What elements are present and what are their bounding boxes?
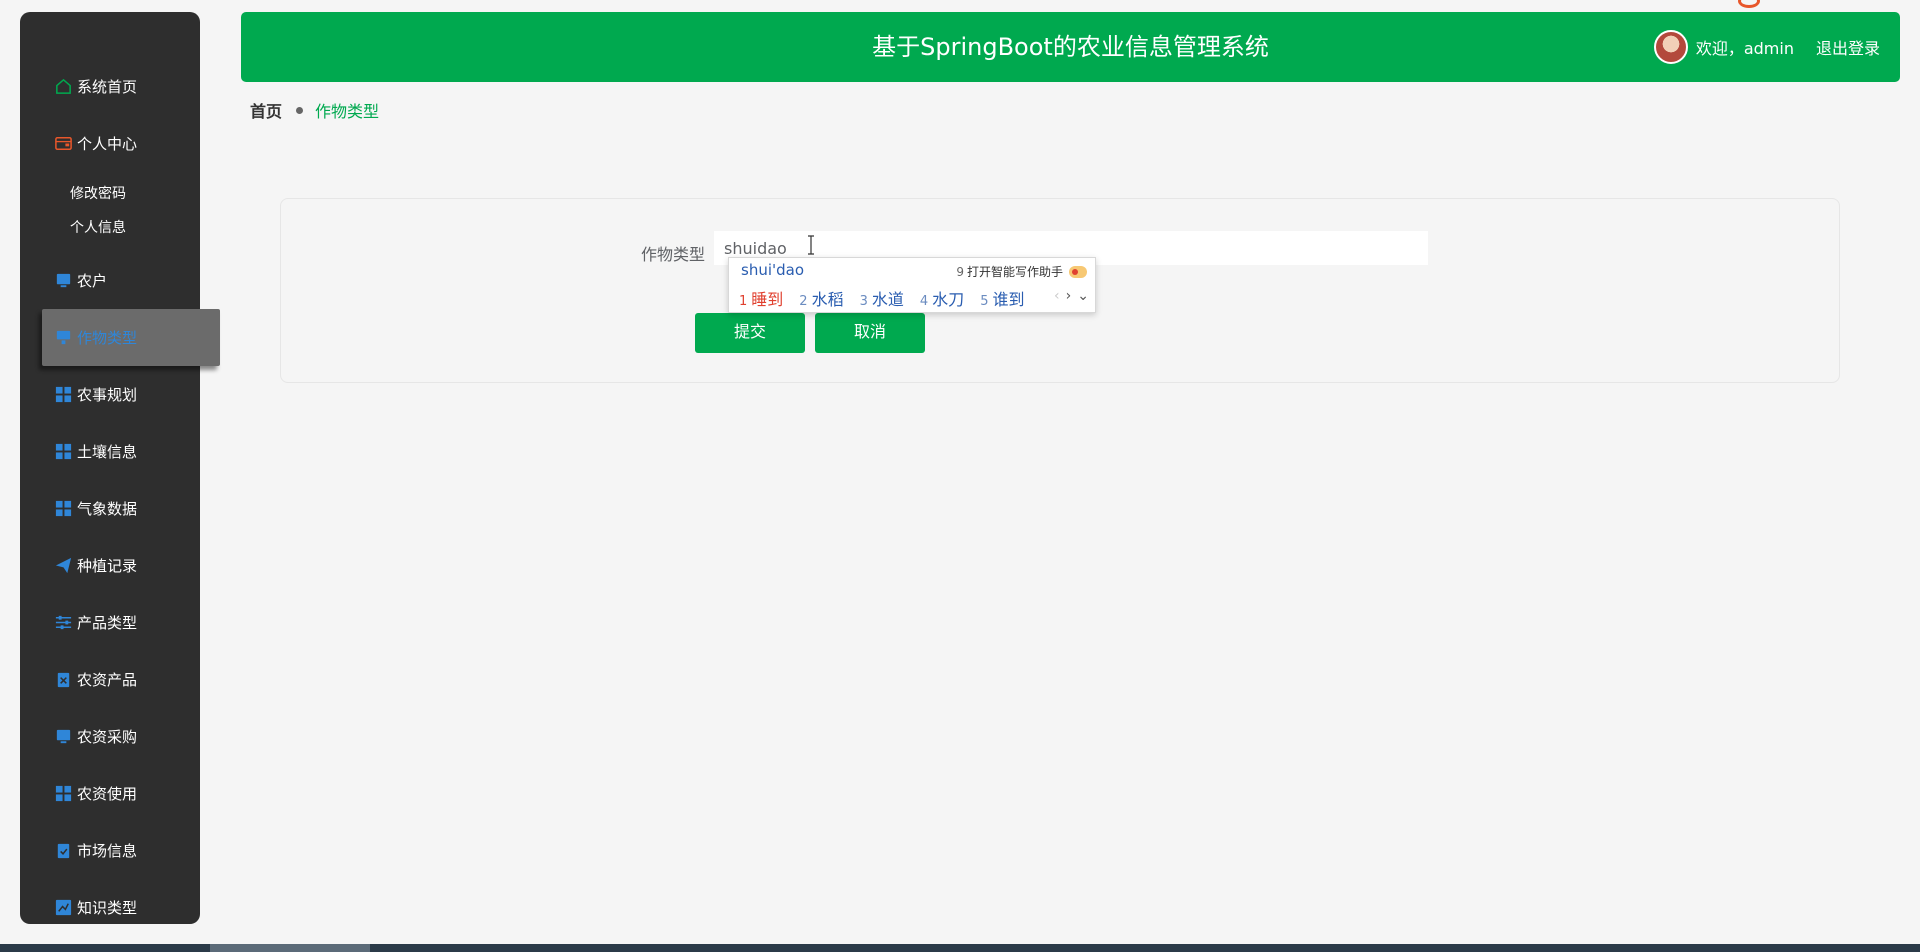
sidebar-item-product-type[interactable]: 产品类型 (20, 594, 200, 651)
sliders-icon (54, 613, 73, 632)
personal-center-submenu: 修改密码 个人信息 (20, 172, 200, 252)
ime-candidate[interactable]: 2 水稻 (799, 286, 843, 310)
sidebar-subitem-change-password[interactable]: 修改密码 (20, 176, 200, 210)
send-icon (54, 556, 73, 575)
chart-icon (54, 898, 73, 917)
sidebar-item-label: 气象数据 (77, 500, 138, 518)
breadcrumb-home[interactable]: 首页 (250, 98, 282, 122)
sidebar-item-soil-info[interactable]: 土壤信息 (20, 423, 200, 480)
ime-candidate[interactable]: 3 水道 (860, 286, 904, 310)
ime-candidates: 1 睡到 2 水稻 3 水道 4 水刀 5 谁到 (739, 286, 1040, 310)
submit-button[interactable]: 提交 (695, 313, 805, 353)
monitor-icon (54, 328, 73, 347)
chevron-down-icon[interactable]: ⌄ (1077, 288, 1089, 304)
sidebar-item-knowledge-type[interactable]: 知识类型 (20, 879, 200, 936)
taskbar-tab[interactable] (210, 944, 370, 952)
welcome-text: 欢迎，admin (1695, 39, 1794, 58)
ime-writing-assistant[interactable]: 9 打开智能写作助手 (956, 263, 1087, 280)
ime-candidate[interactable]: 4 水刀 (920, 286, 964, 310)
sidebar: 系统首页 个人中心 修改密码 个人信息 农户 作物类型 农事规划 土壤信息 气象… (20, 12, 220, 924)
grid-icon (54, 385, 73, 404)
sidebar-item-label: 农户 (77, 272, 108, 290)
ime-navigation: ‹ › ⌄ (1048, 288, 1089, 304)
clipboard-x-icon (54, 670, 73, 689)
sidebar-item-label: 土壤信息 (77, 443, 138, 461)
sidebar-item-label: 农事规划 (77, 386, 138, 404)
taskbar (0, 944, 1920, 952)
sidebar-item-agri-product[interactable]: 农资产品 (20, 651, 200, 708)
assistant-toggle-icon[interactable] (1069, 265, 1087, 278)
ime-assist-number: 9 (956, 264, 964, 279)
sidebar-item-label: 种植记录 (77, 557, 138, 575)
sidebar-item-home[interactable]: 系统首页 (20, 58, 200, 115)
ime-candidate-popup: shui'dao 9 打开智能写作助手 1 睡到 2 水稻 3 水道 4 水刀 5 谁到 … (728, 257, 1096, 313)
sidebar-subitem-personal-info[interactable]: 个人信息 (20, 210, 200, 244)
grid-icon (54, 499, 73, 518)
sidebar-item-market-info[interactable]: 市场信息 (20, 822, 200, 879)
sidebar-item-agri-purchase[interactable]: 农资采购 (20, 708, 200, 765)
sidebar-item-label: 系统首页 (77, 78, 138, 96)
clipboard-check-icon (54, 841, 73, 860)
cancel-button[interactable]: 取消 (815, 313, 925, 353)
sidebar-item-farm-planning[interactable]: 农事规划 (20, 366, 200, 423)
sidebar-item-weather-data[interactable]: 气象数据 (20, 480, 200, 537)
system-tray (1720, 0, 1920, 10)
logout-link[interactable]: 退出登录 (1816, 35, 1880, 59)
sidebar-item-personal-center[interactable]: 个人中心 (20, 115, 200, 172)
user-area: 欢迎，admin 退出登录 (1653, 12, 1880, 82)
top-header: 基于SpringBoot的农业信息管理系统 欢迎，admin 退出登录 (241, 12, 1900, 82)
crop-type-label: 作物类型 (641, 245, 706, 264)
breadcrumb-separator (296, 106, 304, 114)
ime-logo-icon[interactable] (1738, 0, 1760, 8)
chevron-right-icon[interactable]: › (1066, 288, 1072, 304)
sidebar-item-label: 产品类型 (77, 614, 138, 632)
sidebar-item-label: 农资产品 (77, 671, 138, 689)
ime-candidate[interactable]: 1 睡到 (739, 286, 783, 310)
avatar[interactable] (1653, 30, 1688, 64)
sidebar-item-label: 知识类型 (77, 899, 138, 917)
chevron-left-icon[interactable]: ‹ (1054, 288, 1060, 304)
sidebar-item-label: 个人中心 (77, 135, 138, 153)
ime-assist-label: 打开智能写作助手 (966, 265, 1063, 279)
breadcrumb-current: 作物类型 (315, 102, 380, 121)
home-icon (54, 77, 73, 96)
sidebar-item-agri-usage[interactable]: 农资使用 (20, 765, 200, 822)
wallet-icon (54, 134, 73, 153)
grid-icon (54, 784, 73, 803)
sidebar-item-label: 农资使用 (77, 785, 138, 803)
ime-pinyin: shui'dao (741, 261, 805, 279)
sidebar-item-label: 市场信息 (77, 842, 138, 860)
sidebar-item-label: 作物类型 (77, 329, 138, 347)
monitor-icon (54, 727, 73, 746)
text-cursor-icon (808, 235, 814, 255)
grid-icon (54, 442, 73, 461)
app-title: 基于SpringBoot的农业信息管理系统 (872, 33, 1269, 61)
sidebar-item-label: 农资采购 (77, 728, 138, 746)
breadcrumb: 首页 作物类型 (250, 98, 379, 122)
monitor-icon (54, 271, 73, 290)
sidebar-item-planting-record[interactable]: 种植记录 (20, 537, 200, 594)
sidebar-item-crop-type[interactable]: 作物类型 (42, 309, 220, 366)
sidebar-item-farmer[interactable]: 农户 (20, 252, 200, 309)
ime-candidate[interactable]: 5 谁到 (980, 286, 1024, 310)
